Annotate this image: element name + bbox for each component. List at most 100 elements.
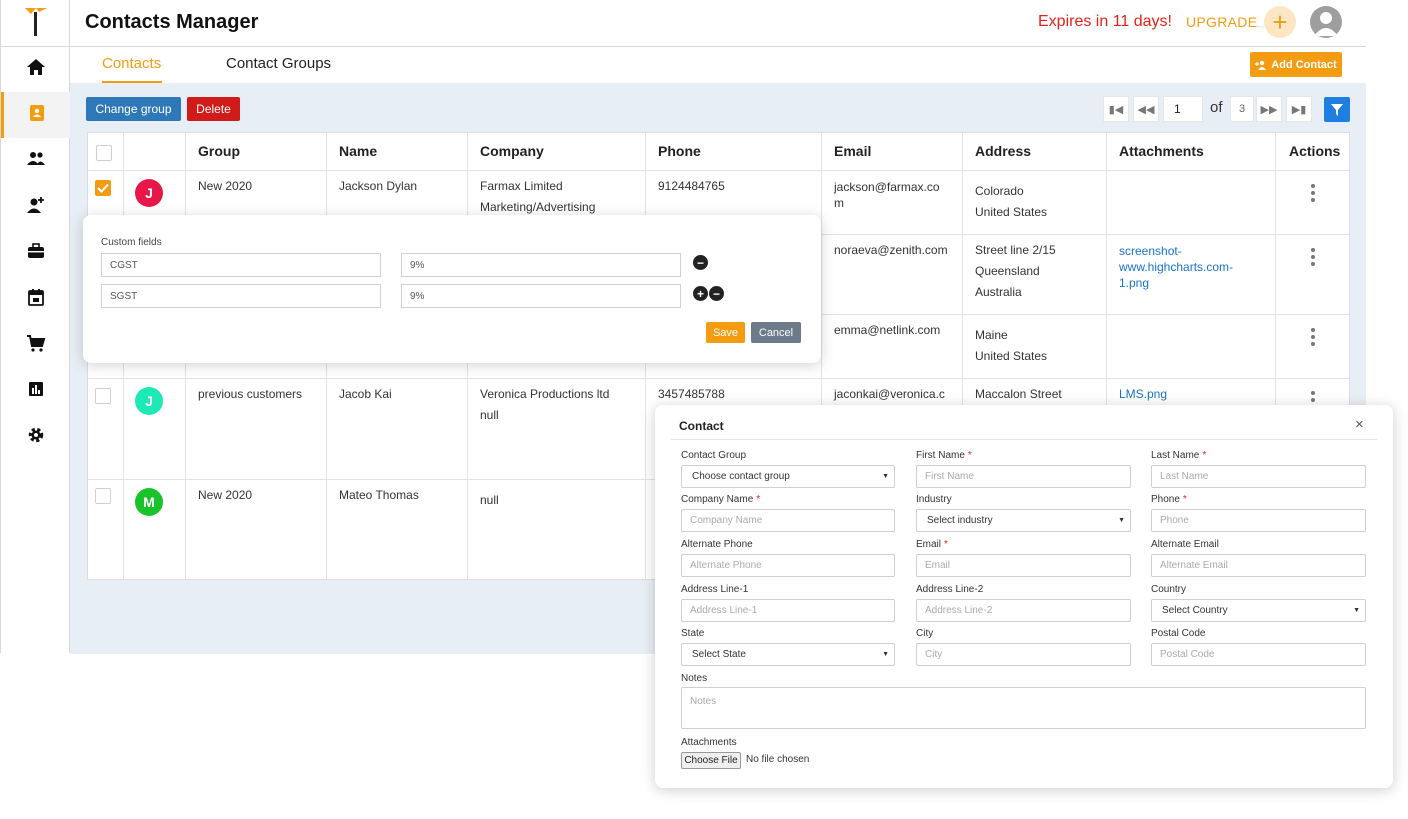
page-of-label: of	[1210, 99, 1223, 116]
cell-company: Farmax Limited Marketing/Advertising	[480, 179, 596, 214]
address-line-1-field[interactable]: Address Line-1	[681, 599, 895, 622]
page-title: Contacts Manager	[85, 11, 259, 33]
custom-field-value-input[interactable]: 9%	[401, 253, 681, 277]
custom-field-name-input[interactable]: SGST	[101, 284, 381, 308]
custom-field-value-input[interactable]: 9%	[401, 284, 681, 308]
sidebar-item-cart[interactable]	[1, 322, 70, 368]
header-address[interactable]: Address	[975, 143, 1031, 159]
people-icon	[26, 149, 46, 174]
page-number-input[interactable]: 1	[1163, 96, 1203, 122]
sidebar-item-reports[interactable]	[1, 368, 70, 414]
header-group[interactable]: Group	[198, 143, 240, 159]
header-phone[interactable]: Phone	[658, 143, 701, 159]
header-name[interactable]: Name	[339, 143, 377, 159]
notes-textarea[interactable]: Notes	[681, 687, 1366, 729]
cell-email: emma@netlink.com	[834, 323, 941, 337]
custom-fields-popup: Custom fields CGST 9% − SGST 9% + − Save…	[83, 215, 821, 363]
country-select[interactable]: Select Country ▼	[1151, 599, 1366, 622]
row-actions-menu[interactable]	[1310, 184, 1316, 202]
user-icon	[1314, 12, 1338, 36]
postal-code-field[interactable]: Postal Code	[1151, 643, 1366, 666]
tab-contact-groups[interactable]: Contact Groups	[226, 55, 331, 72]
cell-address: Maccalon Street	[975, 387, 1062, 401]
address-line-2-field[interactable]: Address Line-2	[916, 599, 1131, 622]
quick-add-button[interactable]: +	[1264, 6, 1296, 38]
last-name-field[interactable]: Last Name	[1151, 465, 1366, 488]
industry-label: Industry	[916, 494, 952, 505]
first-name-field[interactable]: First Name	[916, 465, 1131, 488]
attachment-link[interactable]: screenshot- www.highcharts.com- 1.png	[1119, 240, 1233, 291]
city-field[interactable]: City	[916, 643, 1131, 666]
add-field-icon[interactable]: +	[693, 286, 708, 301]
state-select[interactable]: Select State ▼	[681, 643, 895, 666]
cell-email: jaconkai@veronica.c	[834, 387, 945, 401]
contact-group-select[interactable]: Choose contact group ▼	[681, 465, 895, 488]
filter-button[interactable]	[1324, 97, 1350, 122]
sidebar-item-calendar[interactable]	[1, 276, 70, 322]
last-page-icon: ▶▮	[1291, 103, 1307, 116]
save-button[interactable]: Save	[706, 322, 745, 343]
select-all-checkbox[interactable]	[96, 145, 112, 161]
sidebar-item-home[interactable]	[1, 46, 70, 92]
sidebar-item-add-user[interactable]	[1, 184, 70, 230]
prev-page-button[interactable]: ◀◀	[1133, 96, 1159, 122]
tab-bar: Contacts Contact Groups Add Contact	[70, 47, 1366, 83]
cell-group: New 2020	[198, 488, 253, 502]
attachment-link[interactable]: LMS.png	[1119, 384, 1167, 405]
sidebar-item-work[interactable]	[1, 230, 70, 276]
delete-button[interactable]: Delete	[187, 97, 240, 121]
choose-file-button[interactable]: Choose File	[681, 752, 741, 769]
cell-company: null	[480, 493, 499, 507]
header-attachments[interactable]: Attachments	[1119, 143, 1204, 159]
cell-email: jackson@farmax.co m	[834, 180, 940, 210]
sidebar-item-settings[interactable]	[1, 414, 70, 460]
user-avatar[interactable]	[1310, 6, 1342, 38]
custom-field-name-input[interactable]: CGST	[101, 253, 381, 277]
calendar-icon	[26, 287, 46, 312]
row-checkbox[interactable]	[95, 180, 111, 196]
row-actions-menu[interactable]	[1310, 248, 1316, 266]
postal-code-label: Postal Code	[1151, 628, 1206, 639]
alternate-phone-label: Alternate Phone	[681, 539, 753, 550]
first-page-button[interactable]: ▮◀	[1103, 96, 1129, 122]
sidebar-item-groups[interactable]	[1, 138, 70, 184]
alternate-phone-field[interactable]: Alternate Phone	[681, 554, 895, 577]
cell-address: Colorado United States	[975, 184, 1048, 219]
alternate-email-label: Alternate Email	[1151, 539, 1219, 550]
phone-field[interactable]: Phone	[1151, 509, 1366, 532]
header-company[interactable]: Company	[480, 143, 544, 159]
upgrade-link[interactable]: UPGRADE	[1186, 14, 1257, 30]
close-icon[interactable]: ×	[1355, 416, 1364, 433]
cancel-button[interactable]: Cancel	[751, 322, 801, 343]
row-checkbox[interactable]	[95, 488, 111, 504]
cell-group: previous customers	[198, 387, 303, 401]
cell-phone: 9124484765	[658, 179, 725, 193]
row-checkbox[interactable]	[95, 388, 111, 404]
change-group-button[interactable]: Change group	[86, 97, 181, 121]
avatar: J	[135, 387, 163, 415]
contacts-book-icon	[27, 103, 47, 128]
add-contact-button[interactable]: Add Contact	[1250, 52, 1342, 77]
remove-field-icon[interactable]: −	[709, 286, 724, 301]
cell-address: Maine United States	[975, 328, 1048, 363]
custom-fields-title: Custom fields	[101, 237, 162, 248]
email-field[interactable]: Email	[916, 554, 1131, 577]
top-header: Contacts Manager Expires in 11 days! UPG…	[70, 0, 1366, 47]
add-contact-label: Add Contact	[1271, 58, 1337, 71]
next-page-button[interactable]: ▶▶	[1256, 96, 1282, 122]
header-email[interactable]: Email	[834, 143, 871, 159]
avatar: M	[135, 488, 163, 516]
sidebar-item-contacts[interactable]	[1, 92, 70, 138]
industry-select[interactable]: Select industry ▼	[916, 509, 1131, 532]
cell-address: Street line 2/15 Queensland Australia	[975, 243, 1056, 299]
remove-field-icon[interactable]: −	[693, 255, 708, 270]
alternate-email-field[interactable]: Alternate Email	[1151, 554, 1366, 577]
rewind-icon: ◀◀	[1137, 103, 1155, 116]
last-page-button[interactable]: ▶▮	[1286, 96, 1312, 122]
contact-group-label: Contact Group	[681, 450, 747, 461]
trial-expiry-notice: Expires in 11 days!	[1038, 13, 1172, 30]
address-line-1-label: Address Line-1	[681, 584, 749, 595]
row-actions-menu[interactable]	[1310, 328, 1316, 346]
company-name-field[interactable]: Company Name	[681, 509, 895, 532]
tab-contacts[interactable]: Contacts	[102, 55, 161, 72]
